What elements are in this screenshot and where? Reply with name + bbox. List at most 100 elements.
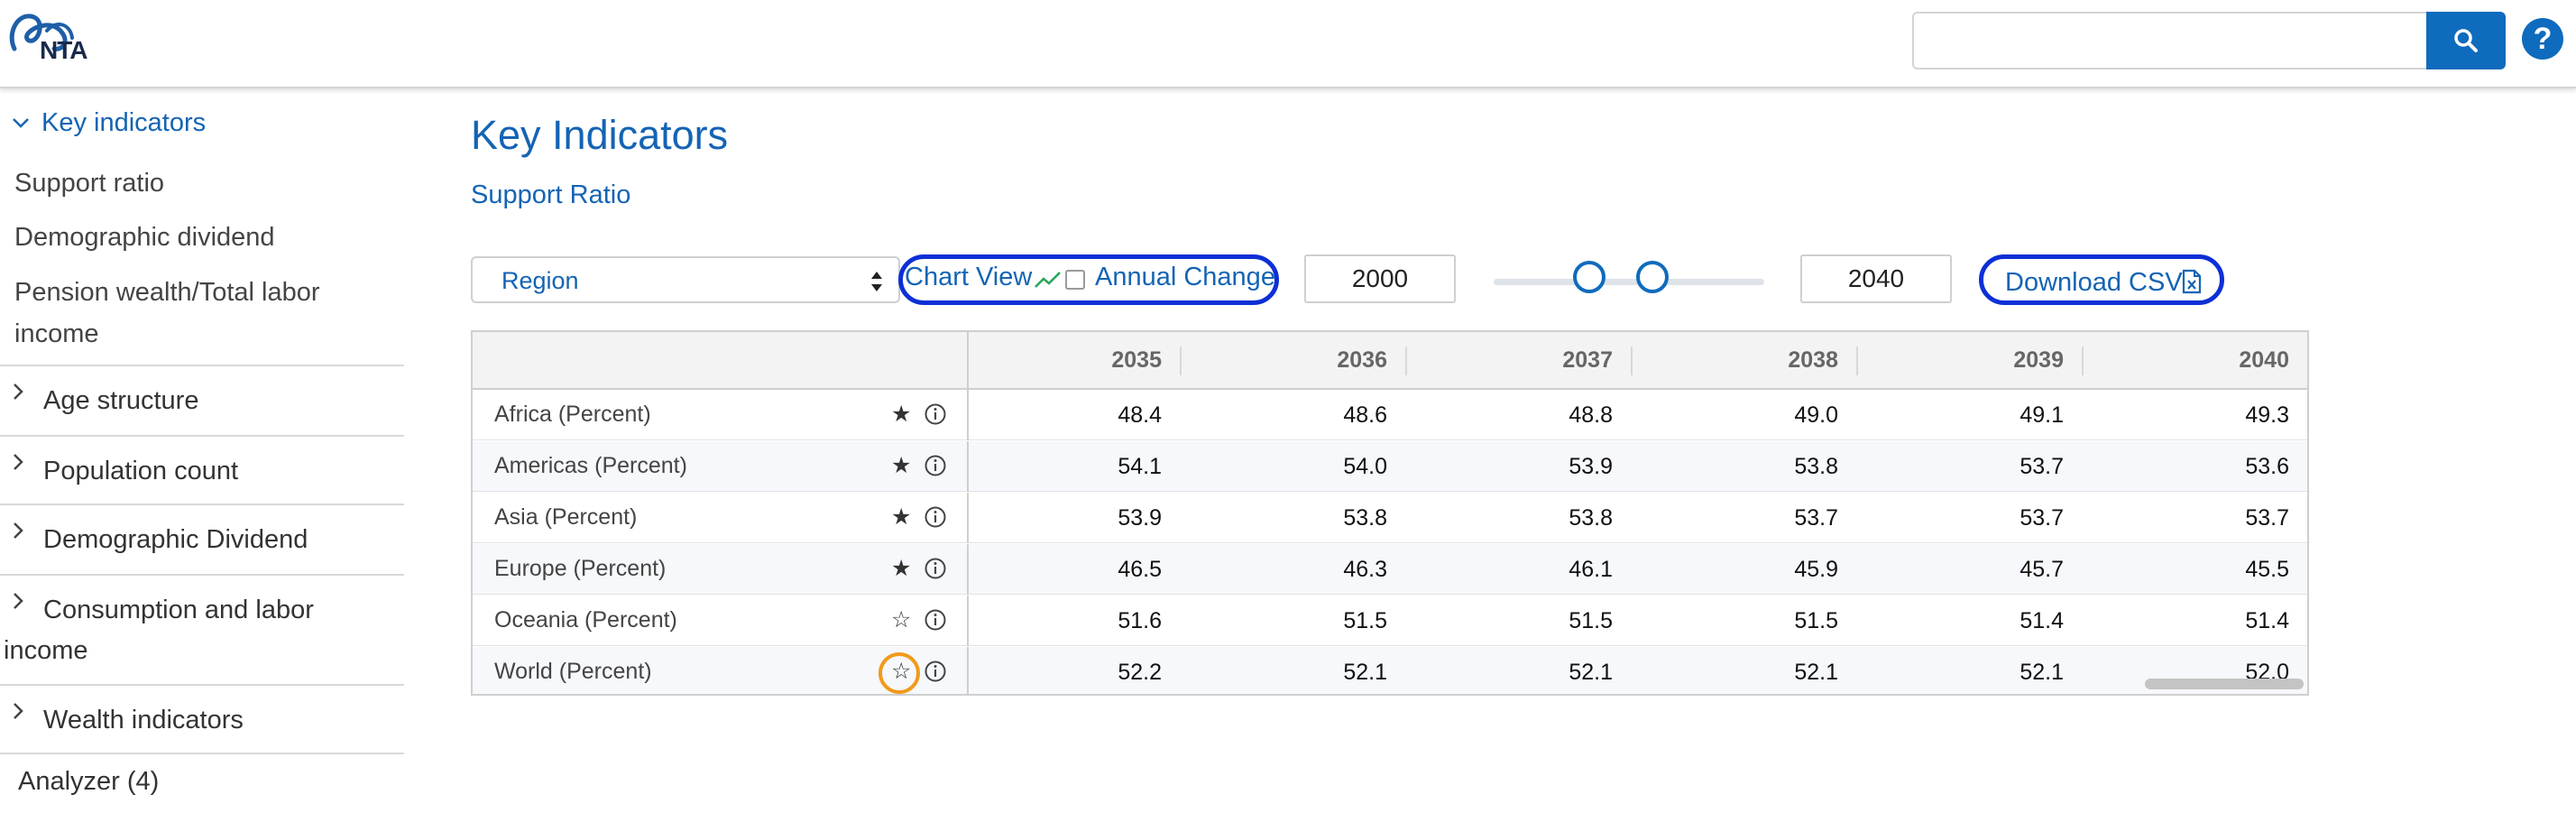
star-filled-icon[interactable]: ★ (891, 504, 911, 531)
table-cell: 53.7 (2245, 505, 2289, 531)
info-icon[interactable] (924, 557, 947, 580)
row-label: Oceania (Percent) (494, 607, 677, 633)
download-csv-label: Download CSV (2005, 268, 2183, 297)
sidebar-item-demographic-dividend-group[interactable]: Demographic Dividend (0, 504, 404, 574)
table-cell: 46.1 (1569, 557, 1613, 582)
chevron-right-icon (14, 522, 23, 539)
nta-logo-text: NTA (40, 36, 87, 64)
info-icon[interactable] (924, 505, 947, 529)
row-label-cell: Asia (Percent) ★ (473, 493, 969, 543)
sidebar-item-label: Consumption and labor (43, 596, 314, 624)
trend-line-icon (1035, 272, 1061, 288)
table-row: Americas (Percent) ★ 54.1 54.0 53.9 53.8… (473, 441, 2307, 492)
star-filled-icon[interactable]: ★ (891, 555, 911, 582)
csv-file-icon (2182, 269, 2202, 294)
table-row: Asia (Percent) ★ 53.9 53.8 53.8 53.7 53.… (473, 493, 2307, 543)
sidebar-item-label: Age structure (43, 386, 199, 415)
table-cell: 51.4 (2019, 608, 2064, 633)
sidebar-item-support-ratio[interactable]: Support ratio (14, 162, 164, 204)
row-label-cell: Americas (Percent) ★ (473, 441, 969, 492)
slider-start-handle[interactable] (1573, 261, 1605, 293)
column-header-2038[interactable]: 2038 (1633, 332, 1856, 388)
chevron-right-icon (14, 383, 23, 400)
table-cell: 49.3 (2245, 402, 2289, 428)
annual-change-label[interactable]: Annual Change (1095, 263, 1275, 292)
star-outline-icon[interactable]: ☆ (891, 658, 911, 685)
table-header-row: 2035 2036 2037 2038 2039 2040 (473, 332, 2307, 390)
column-header-2037[interactable]: 2037 (1407, 332, 1631, 388)
table-cell: 45.9 (1794, 557, 1838, 582)
support-ratio-link[interactable]: Support Ratio (471, 180, 630, 210)
sidebar-item-wealth-indicators[interactable]: Wealth indicators (0, 684, 404, 753)
sidebar-item-population-count[interactable]: Population count (0, 435, 404, 504)
year-from-input[interactable] (1304, 254, 1456, 303)
table-cell: 51.5 (1343, 608, 1387, 633)
top-header: NTA ? (0, 0, 2576, 88)
search-button[interactable] (2426, 12, 2506, 69)
sidebar-item-analyzer[interactable]: Analyzer (4) (0, 753, 404, 807)
help-icon: ? (2533, 21, 2553, 56)
sidebar-item-label: Population count (43, 457, 239, 485)
table-cell: 46.5 (1118, 557, 1162, 582)
row-label-cell: Africa (Percent) ★ (473, 390, 969, 440)
info-icon[interactable] (924, 454, 947, 477)
chevron-right-icon (14, 593, 23, 609)
column-header-2039[interactable]: 2039 (1858, 332, 2082, 388)
table-row: Oceania (Percent) ☆ 51.6 51.5 51.5 51.5 … (473, 596, 2307, 646)
column-header-2035[interactable]: 2035 (969, 332, 1180, 388)
table-cell: 52.1 (1794, 660, 1838, 685)
column-header-2036[interactable]: 2036 (1182, 332, 1405, 388)
table-row: World (Percent) ☆ 52.2 52.1 52.1 52.1 52… (473, 647, 2307, 694)
page-title: Key Indicators (471, 112, 729, 158)
table-cell: 45.5 (2245, 557, 2289, 582)
table-row: Europe (Percent) ★ 46.5 46.3 46.1 45.9 4… (473, 544, 2307, 595)
annual-change-checkbox[interactable] (1065, 270, 1085, 290)
column-header-2040[interactable]: 2040 (2084, 332, 2307, 388)
info-icon[interactable] (924, 660, 947, 683)
table-cell: 54.1 (1118, 454, 1162, 479)
sidebar-item-demographic-dividend[interactable]: Demographic dividend (14, 217, 275, 258)
star-outline-icon[interactable]: ☆ (891, 606, 911, 633)
help-button[interactable]: ? (2522, 18, 2563, 60)
year-to-input[interactable] (1800, 254, 1952, 303)
table-cell: 51.5 (1794, 608, 1838, 633)
select-value: Region (501, 267, 579, 294)
sidebar-item-pension-wealth[interactable]: Pension wealth/Total labor (14, 272, 320, 313)
table-cell: 52.1 (2019, 660, 2064, 685)
star-filled-icon[interactable]: ★ (891, 401, 911, 428)
slider-end-handle[interactable] (1636, 261, 1669, 293)
download-csv-button[interactable]: Download CSV (1979, 254, 2224, 305)
table-cell: 49.0 (1794, 402, 1838, 428)
sidebar-item-age-structure[interactable]: Age structure (0, 365, 404, 435)
info-icon[interactable] (924, 608, 947, 632)
row-label: Asia (Percent) (494, 504, 638, 530)
table-cell: 46.3 (1343, 557, 1387, 582)
row-label: Americas (Percent) (494, 453, 687, 478)
sidebar-item-pension-wealth-line2[interactable]: income (14, 313, 99, 355)
table-cell: 48.4 (1118, 402, 1162, 428)
table-cell: 51.6 (1118, 608, 1162, 633)
chart-view-button[interactable]: Chart View (905, 263, 1032, 292)
row-label-cell: Europe (Percent) ★ (473, 544, 969, 595)
table-cell: 53.8 (1343, 505, 1387, 531)
year-range-slider[interactable] (1494, 279, 1764, 285)
table-cell: 51.5 (1569, 608, 1613, 633)
sidebar-item-label: Wealth indicators (43, 706, 244, 734)
table-row: Africa (Percent) ★ 48.4 48.6 48.8 49.0 4… (473, 390, 2307, 440)
horizontal-scrollbar[interactable] (2145, 679, 2304, 689)
star-filled-icon[interactable]: ★ (891, 452, 911, 479)
info-icon[interactable] (924, 402, 947, 426)
group-by-select[interactable]: Region (471, 256, 900, 303)
sidebar-item-consumption-labor-income[interactable]: Consumption and labor income (0, 574, 404, 684)
table-cell: 53.6 (2245, 454, 2289, 479)
table-cell: 54.0 (1343, 454, 1387, 479)
table-cell: 45.7 (2019, 557, 2064, 582)
table-cell: 48.6 (1343, 402, 1387, 428)
search-input[interactable] (1912, 12, 2426, 69)
sidebar-section-key-indicators[interactable]: Key indicators (0, 105, 406, 141)
table-cell: 53.8 (1794, 454, 1838, 479)
sidebar-item-label: Analyzer (4) (18, 767, 160, 796)
table-header-label-cell (473, 332, 969, 388)
indicator-table: 2035 2036 2037 2038 2039 2040 Africa (Pe… (471, 330, 2309, 696)
chevron-right-icon (14, 703, 23, 719)
